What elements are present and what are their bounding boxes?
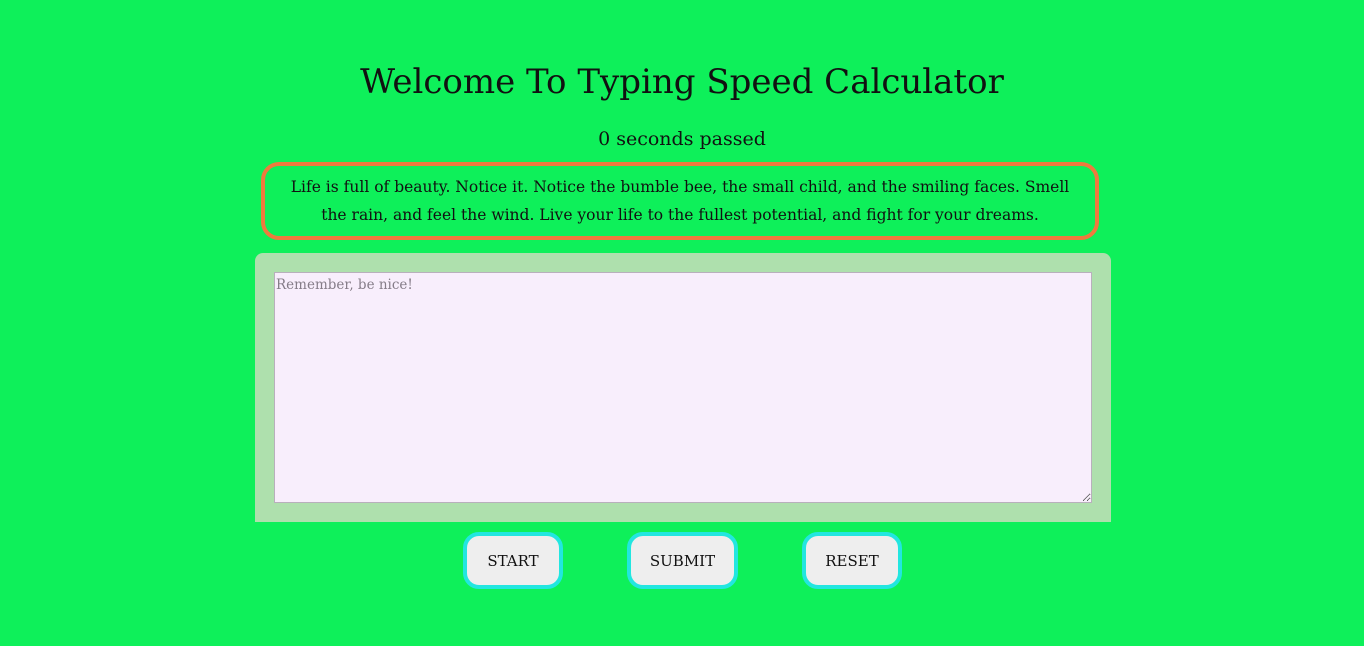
typing-input[interactable] xyxy=(274,272,1092,503)
typing-speed-page: Welcome To Typing Speed Calculator 0 sec… xyxy=(0,0,1364,646)
quote-text: Life is full of beauty. Notice it. Notic… xyxy=(290,178,1070,224)
quote-box: Life is full of beauty. Notice it. Notic… xyxy=(261,162,1099,240)
page-title: Welcome To Typing Speed Calculator xyxy=(360,62,1004,102)
reset-button[interactable]: RESET xyxy=(802,532,902,589)
start-button[interactable]: START xyxy=(463,532,563,589)
typing-area-panel xyxy=(255,253,1111,522)
submit-button[interactable]: SUBMIT xyxy=(627,532,738,589)
elapsed-time-text: 0 seconds passed xyxy=(598,128,766,150)
